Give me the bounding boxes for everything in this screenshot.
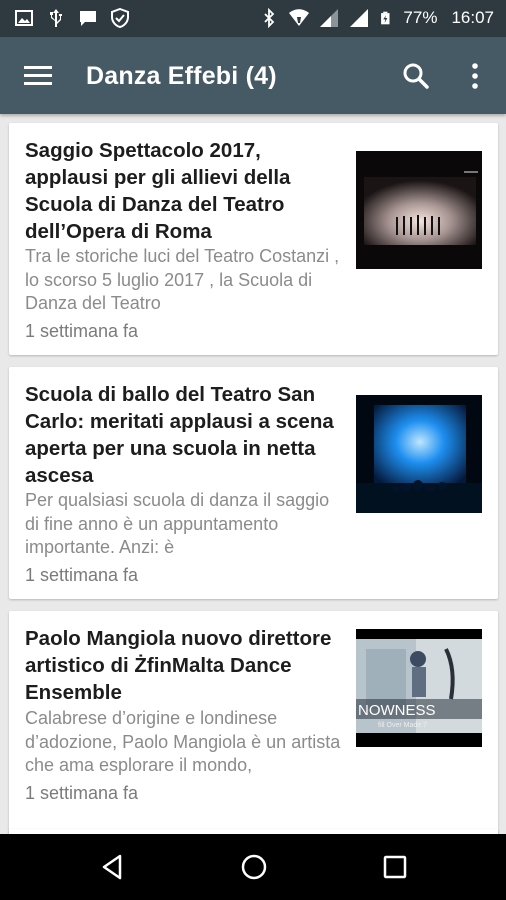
- recents-button[interactable]: [380, 852, 410, 882]
- back-button[interactable]: [98, 852, 128, 882]
- menu-button[interactable]: [22, 61, 54, 91]
- article-time: 1 settimana fa: [25, 321, 139, 341]
- article-title: Paolo Mangiola nuovo direttore artistico…: [25, 627, 332, 704]
- more-vert-icon: [472, 63, 478, 89]
- article-title: Scuola di ballo del Teatro San Carlo: me…: [25, 383, 334, 487]
- shield-icon: [111, 8, 129, 28]
- status-bar: 77% 16:07: [0, 0, 506, 37]
- bluetooth-icon: [264, 8, 275, 28]
- more-options-button[interactable]: [464, 60, 486, 92]
- article-thumbnail: NOWNESS fill Over Made 7: [356, 629, 482, 747]
- message-icon: [80, 11, 96, 26]
- battery-charging-icon: [381, 11, 390, 25]
- article-excerpt: Calabrese d’origine e londinese d’adozio…: [25, 708, 341, 775]
- back-icon: [102, 854, 122, 880]
- article-excerpt: Tra le storiche luci del Teatro Costanzi…: [25, 246, 340, 313]
- article-time: 1 settimana fa: [25, 783, 139, 803]
- article-thumbnail: [356, 395, 482, 513]
- article-thumbnail: [356, 151, 482, 269]
- wifi-icon: [289, 9, 310, 26]
- search-icon: [403, 63, 429, 89]
- usb-icon: [50, 9, 62, 27]
- home-icon: [241, 854, 267, 880]
- image-icon: [15, 10, 33, 26]
- battery-percent: 77%: [403, 8, 438, 27]
- signal-icon: [320, 9, 339, 27]
- thumbnail-caption-text: fill Over Made 7: [378, 722, 427, 729]
- article-card[interactable]: Scuola di ballo del Teatro San Carlo: me…: [9, 367, 498, 599]
- article-card[interactable]: Saggio Spettacolo 2017, applausi per gli…: [9, 123, 498, 355]
- recents-icon: [383, 855, 407, 879]
- signal-icon: [350, 9, 369, 27]
- clock: 16:07: [451, 8, 494, 27]
- article-excerpt: Per qualsiasi scuola di danza il saggio …: [25, 490, 330, 557]
- page-title: Danza Effebi (4): [86, 62, 277, 90]
- thumbnail-brand-text: NOWNESS: [358, 702, 436, 719]
- article-time: 1 settimana fa: [25, 565, 139, 585]
- article-card[interactable]: Paolo Mangiola nuovo direttore artistico…: [9, 611, 498, 843]
- menu-icon: [24, 66, 52, 85]
- navigation-bar: [0, 834, 506, 900]
- home-button[interactable]: [239, 852, 269, 882]
- article-title: Saggio Spettacolo 2017, applausi per gli…: [25, 139, 291, 243]
- search-button[interactable]: [400, 60, 432, 92]
- app-bar: Danza Effebi (4): [0, 37, 506, 114]
